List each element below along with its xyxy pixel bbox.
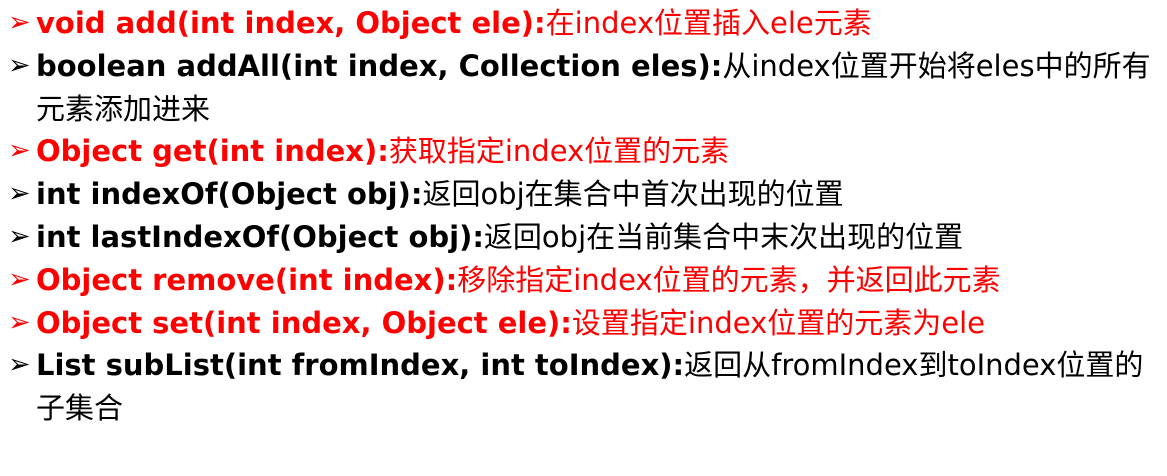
list-item-remove: ➢ Object remove(int index):移除指定index位置的元… xyxy=(8,259,1161,302)
list-item-addall: ➢ boolean addAll(int index, Collection e… xyxy=(8,45,1161,131)
list-item-get: ➢ Object get(int index):获取指定index位置的元素 xyxy=(8,130,1161,173)
arrow-bullet-icon: ➢ xyxy=(8,306,31,338)
method-description: 获取指定index位置的元素 xyxy=(388,134,730,169)
method-signature: int lastIndexOf(Object obj): xyxy=(36,219,484,254)
method-signature: Object get(int index): xyxy=(36,134,389,169)
method-signature: List subList(int fromIndex, int toIndex)… xyxy=(36,348,685,383)
method-description: 移除指定index位置的元素，并返回此元素 xyxy=(457,262,1001,297)
arrow-bullet-icon: ➢ xyxy=(8,178,31,210)
arrow-bullet-icon: ➢ xyxy=(8,349,31,381)
arrow-bullet-icon: ➢ xyxy=(8,49,31,81)
list-item-lastindexof: ➢ int lastIndexOf(Object obj):返回obj在当前集合… xyxy=(8,216,1161,259)
method-list: ➢ void add(int index, Object ele):在index… xyxy=(0,0,1167,476)
list-item-set: ➢ Object set(int index, Object ele):设置指定… xyxy=(8,302,1161,345)
method-signature: Object remove(int index): xyxy=(36,262,458,297)
method-signature: boolean addAll(int index, Collection ele… xyxy=(36,48,723,83)
arrow-bullet-icon: ➢ xyxy=(8,220,31,252)
method-description: 返回obj在集合中首次出现的位置 xyxy=(422,177,844,212)
arrow-bullet-icon: ➢ xyxy=(8,7,31,38)
method-signature: int indexOf(Object obj): xyxy=(36,177,423,212)
method-signature: void add(int index, Object ele): xyxy=(36,6,546,40)
arrow-bullet-icon: ➢ xyxy=(8,263,31,295)
method-description: 在index位置插入ele元素 xyxy=(545,6,872,40)
list-item-indexof: ➢ int indexOf(Object obj):返回obj在集合中首次出现的… xyxy=(8,173,1161,216)
method-description: 设置指定index位置的元素为ele xyxy=(571,305,985,340)
list-item-add: ➢ void add(int index, Object ele):在index… xyxy=(8,2,1161,45)
list-item-sublist: ➢ List subList(int fromIndex, int toInde… xyxy=(8,344,1161,430)
arrow-bullet-icon: ➢ xyxy=(8,135,31,167)
method-signature: Object set(int index, Object ele): xyxy=(36,305,572,340)
method-description: 返回obj在当前集合中末次出现的位置 xyxy=(483,219,964,254)
